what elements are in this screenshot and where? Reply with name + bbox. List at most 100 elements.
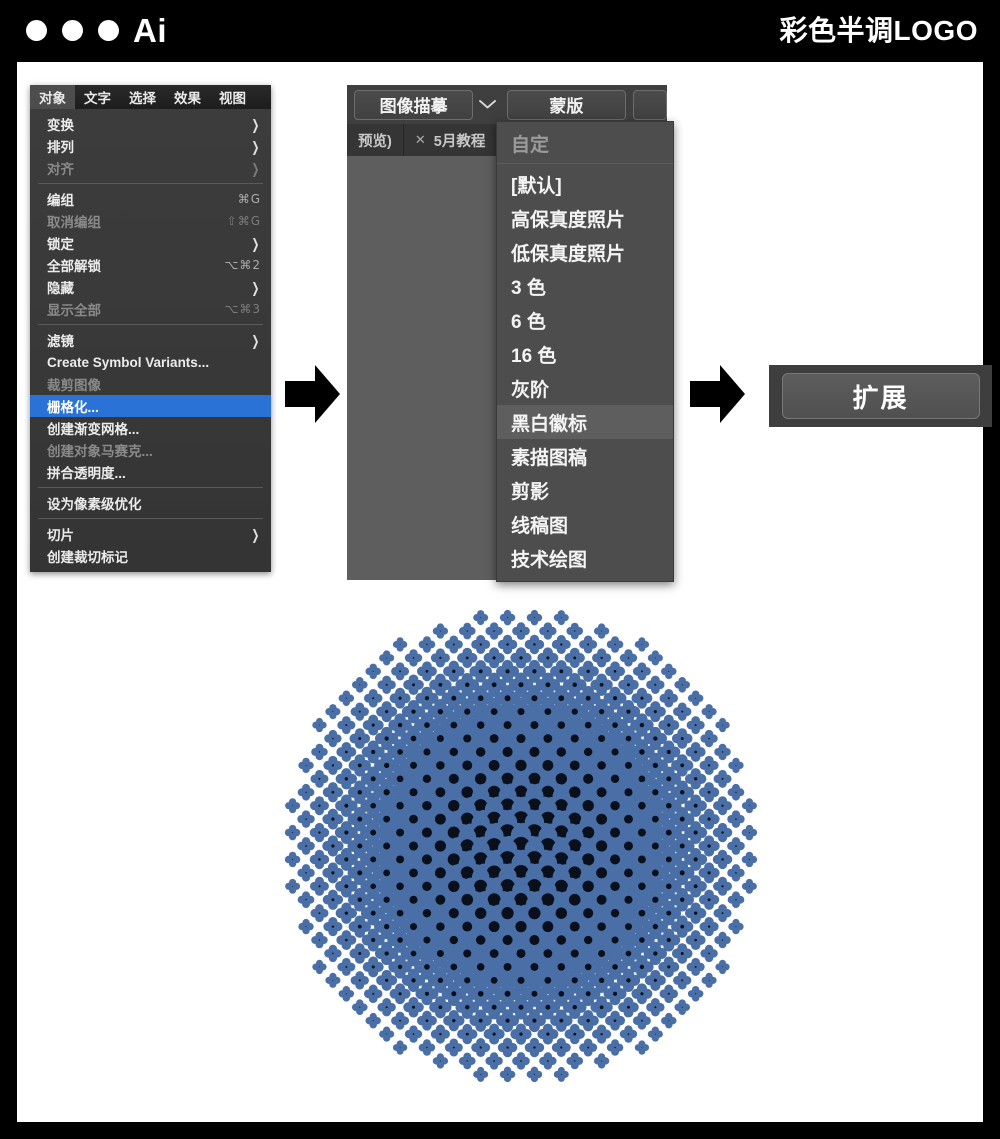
submenu-arrow-icon: ❯ — [251, 278, 260, 296]
menubar-item-0[interactable]: 对象 — [30, 85, 75, 109]
dropdown-separator — [497, 163, 673, 164]
preset-option-2[interactable]: 低保真度照片 — [497, 235, 673, 269]
submenu-arrow-icon: ❯ — [251, 525, 260, 543]
menu-item-label: 显示全部 — [47, 303, 101, 318]
preset-option-9[interactable]: 剪影 — [497, 473, 673, 507]
preset-dropdown-menu: 自定 [默认] 高保真度照片 低保真度照片 3 色6 色 16 色灰阶 黑白徽标 素描图稿剪… — [496, 121, 674, 582]
flow-arrow-2 — [690, 363, 745, 425]
screenshot-root: Ai 彩色半调LOGO 对象 文字 选择 效果 视图 变换 ❯ 排列 ❯ 对齐 ❯ 编组 ⌘G 取消编组… — [0, 0, 1000, 1139]
menu-separator — [38, 487, 263, 488]
menu-item-1-5: 显示全部 ⌥⌘3 — [30, 298, 271, 320]
close-dot-icon[interactable] — [26, 20, 47, 41]
image-trace-button[interactable]: 图像描摹 — [354, 89, 474, 120]
menu-item-label: 对齐 — [47, 162, 74, 177]
menubar-item-2[interactable]: 选择 — [120, 85, 165, 109]
content-canvas: 对象 文字 选择 效果 视图 变换 ❯ 排列 ❯ 对齐 ❯ 编组 ⌘G 取消编组 ⇧⌘G 锁定 ❯ 全部解锁 ⌥⌘… — [17, 62, 992, 1122]
menu-item-label: Create Symbol Variants... — [47, 354, 210, 370]
menu-item-2-0[interactable]: 滤镜 ❯ — [30, 329, 271, 351]
menu-item-2-5: 创建对象马赛克... — [30, 439, 271, 461]
menu-item-shortcut: ⌥⌘2 — [224, 258, 261, 272]
menu-item-shortcut: ⌘G — [237, 192, 261, 206]
submenu-arrow-icon: ❯ — [251, 234, 260, 252]
document-tab-0[interactable]: 预览) — [347, 124, 404, 156]
menubar-item-3[interactable]: 效果 — [165, 85, 210, 109]
preset-option-7[interactable]: 黑白徽标 — [497, 405, 673, 439]
menu-separator — [38, 324, 263, 325]
menu-item-1-1: 取消编组 ⇧⌘G — [30, 210, 271, 232]
menu-item-2-4[interactable]: 创建渐变网格... — [30, 417, 271, 439]
menu-item-shortcut: ⇧⌘G — [226, 214, 261, 228]
document-tab-1[interactable]: ✕ 5月教程 — [404, 124, 498, 156]
mask-button[interactable]: 蒙版 — [506, 89, 627, 120]
document-tab-label: 预览) — [358, 133, 392, 150]
preset-custom-header: 自定 — [511, 134, 550, 156]
submenu-arrow-icon: ❯ — [251, 331, 260, 349]
menu-item-label: 排列 — [47, 140, 74, 155]
menu-item-0-1[interactable]: 排列 ❯ — [30, 135, 271, 157]
chevron-down-icon[interactable] — [474, 91, 502, 119]
menu-item-1-2[interactable]: 锁定 ❯ — [30, 232, 271, 254]
preset-option-4[interactable]: 6 色 — [497, 303, 673, 337]
menu-item-label: 创建裁切标记 — [47, 550, 128, 565]
menu-item-label: 设为像素级优化 — [47, 497, 142, 512]
preset-option-6[interactable]: 灰阶 — [497, 371, 673, 405]
title-bar: Ai 彩色半调LOGO — [0, 0, 1000, 62]
expand-panel: 扩展 — [769, 365, 992, 427]
menu-separator — [38, 518, 263, 519]
object-menu-body: 变换 ❯ 排列 ❯ 对齐 ❯ 编组 ⌘G 取消编组 ⇧⌘G 锁定 ❯ 全部解锁 ⌥⌘2 隐藏 ❯ 显示全部 ⌥⌘3… — [30, 109, 271, 572]
menu-item-label: 切片 — [47, 528, 74, 543]
menu-item-3-0[interactable]: 设为像素级优化 — [30, 492, 271, 514]
zoom-dot-icon[interactable] — [98, 20, 119, 41]
toolbar-extra-button[interactable] — [633, 89, 668, 120]
preset-option-5[interactable]: 16 色 — [497, 337, 673, 371]
menu-item-0-2: 对齐 ❯ — [30, 157, 271, 179]
halftone-circle-logo — [276, 596, 766, 1096]
minimize-dot-icon[interactable] — [62, 20, 83, 41]
menu-separator — [38, 183, 263, 184]
menu-item-label: 创建渐变网格... — [47, 422, 140, 437]
app-logo-ai: Ai — [133, 12, 167, 49]
menu-item-1-3[interactable]: 全部解锁 ⌥⌘2 — [30, 254, 271, 276]
image-trace-panel: 图像描摹 蒙版 预览) ✕ 5月教程 自定 [默认] 高保真度照片 低保真度照片 3 色6… — [347, 85, 674, 582]
trace-toolbar: 图像描摹 蒙版 — [347, 85, 668, 125]
close-tab-icon[interactable]: ✕ — [415, 132, 426, 148]
menu-item-0-0[interactable]: 变换 ❯ — [30, 113, 271, 135]
menu-item-label: 隐藏 — [47, 281, 74, 296]
menu-item-label: 全部解锁 — [47, 259, 101, 274]
preset-option-11[interactable]: 技术绘图 — [497, 541, 673, 575]
menu-item-2-6[interactable]: 拼合透明度... — [30, 461, 271, 483]
menu-item-label: 编组 — [47, 193, 74, 208]
menu-item-label: 滤镜 — [47, 334, 74, 349]
submenu-arrow-icon: ❯ — [251, 137, 260, 155]
submenu-arrow-icon: ❯ — [251, 115, 260, 133]
menu-item-label: 栅格化... — [47, 400, 99, 415]
menubar-item-4[interactable]: 视图 — [210, 85, 255, 109]
flow-arrow-1 — [285, 363, 340, 425]
preset-option-1[interactable]: 高保真度照片 — [497, 201, 673, 235]
preset-option-10[interactable]: 线稿图 — [497, 507, 673, 541]
menu-item-1-0[interactable]: 编组 ⌘G — [30, 188, 271, 210]
menu-item-label: 取消编组 — [47, 215, 101, 230]
document-tab-label: 5月教程 — [433, 133, 486, 150]
menu-item-label: 裁剪图像 — [47, 378, 101, 393]
menu-item-label: 创建对象马赛克... — [47, 444, 153, 459]
menu-item-1-4[interactable]: 隐藏 ❯ — [30, 276, 271, 298]
expand-button[interactable]: 扩展 — [781, 373, 980, 419]
menu-item-2-2: 裁剪图像 — [30, 373, 271, 395]
menu-item-label: 锁定 — [47, 237, 74, 252]
menu-item-shortcut: ⌥⌘3 — [224, 302, 261, 316]
traffic-light-dots — [26, 20, 119, 41]
menubar-item-1[interactable]: 文字 — [75, 85, 120, 109]
menu-item-label: 变换 — [47, 118, 74, 133]
menu-item-2-1[interactable]: Create Symbol Variants... — [30, 351, 271, 373]
preset-option-3[interactable]: 3 色 — [497, 269, 673, 303]
menu-item-4-0[interactable]: 切片 ❯ — [30, 523, 271, 545]
menu-item-2-3[interactable]: 栅格化... — [30, 395, 271, 417]
document-title: 彩色半调LOGO — [779, 15, 978, 46]
preset-option-8[interactable]: 素描图稿 — [497, 439, 673, 473]
preset-option-0[interactable]: [默认] — [497, 167, 673, 201]
application-menubar: 对象 文字 选择 效果 视图 — [30, 85, 271, 109]
menu-item-label: 拼合透明度... — [47, 466, 126, 481]
submenu-arrow-icon: ❯ — [251, 159, 260, 177]
menu-item-4-1[interactable]: 创建裁切标记 — [30, 545, 271, 567]
